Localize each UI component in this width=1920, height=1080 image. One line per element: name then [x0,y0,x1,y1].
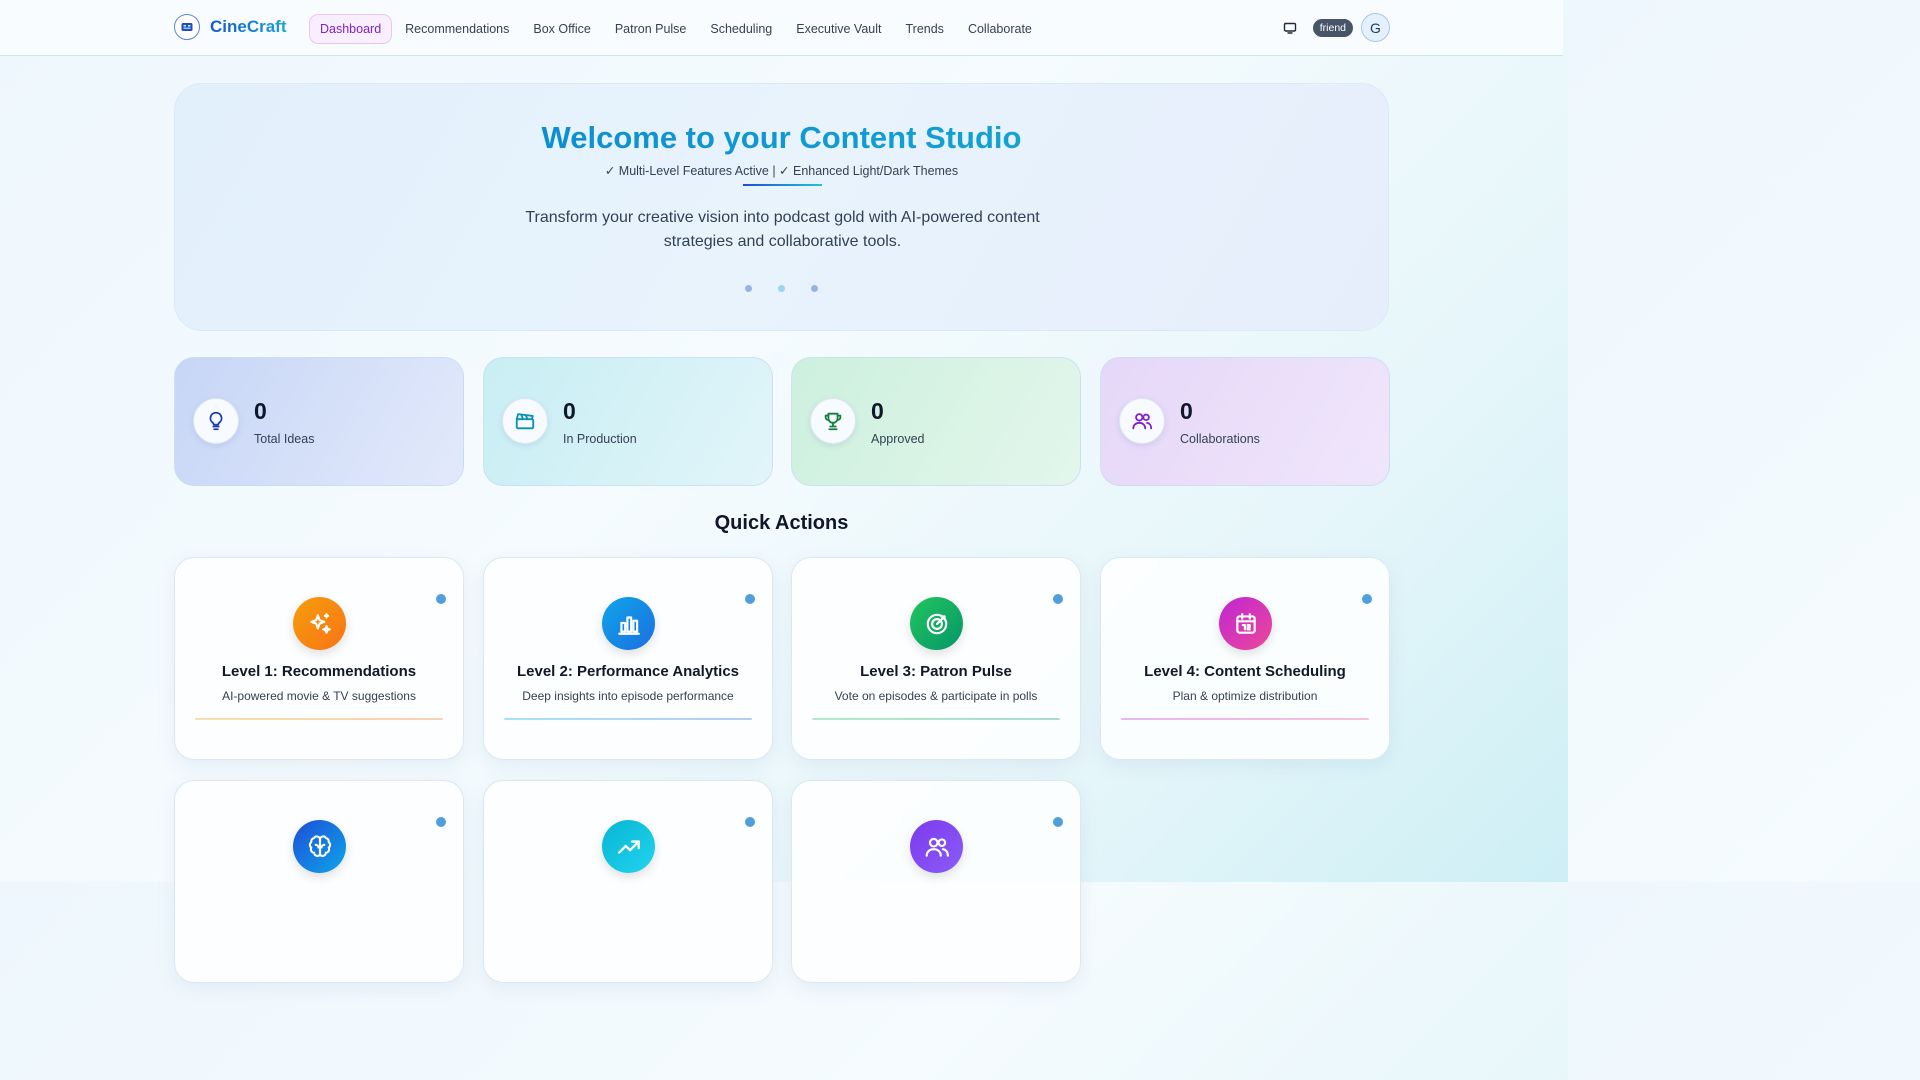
quick-action-card[interactable] [483,780,773,983]
nav-item-trends[interactable]: Trends [894,14,954,44]
status-dot [745,817,755,827]
theme-toggle-button[interactable] [1277,15,1303,41]
card-title: Level 2: Performance Analytics [516,663,740,680]
card-accent-line [504,718,752,720]
nav-item-scheduling[interactable]: Scheduling [699,14,783,44]
hero-dot [778,285,785,292]
card-accent-line [812,718,1060,720]
quick-action-card[interactable] [791,780,1081,983]
card-description: Deep insights into episode performance [522,689,734,703]
users-icon [910,820,963,873]
logo[interactable]: CineCraft [174,14,287,40]
hero-description: Transform your creative vision into podc… [525,209,1040,250]
nav-item-collaborate[interactable]: Collaborate [957,14,1043,44]
nav-item-patron-pulse[interactable]: Patron Pulse [604,14,698,44]
stat-card-collaborations[interactable]: 0 Collaborations [1100,357,1390,486]
status-dot [1362,594,1372,604]
stat-label: In Production [563,432,637,446]
user-role-badge: friend [1312,18,1353,37]
brain-icon [293,820,346,873]
stat-value: 0 [1180,398,1193,424]
status-dot [745,594,755,604]
hero-title: Welcome to your Content Studio [175,120,1388,156]
card-title: Level 1: Recommendations [221,663,417,680]
status-dot [436,594,446,604]
status-dot [1053,594,1063,604]
quick-action-performance-analytics[interactable]: Level 2: Performance Analytics Deep insi… [483,557,773,760]
status-dot [436,817,446,827]
quick-actions-title: Quick Actions [714,512,849,534]
logo-text: CineCraft [210,17,287,36]
clapperboard-icon [502,398,548,444]
stat-label: Total Ideas [254,432,315,446]
card-title: Level 3: Patron Pulse [860,663,1012,680]
nav-item-dashboard[interactable]: Dashboard [309,14,393,44]
header-actions: friend G [1277,13,1390,42]
bar-chart-icon [602,597,655,650]
user-avatar[interactable]: G [1361,13,1390,42]
top-navbar: CineCraft Dashboard Recommendations Box … [0,0,1563,56]
hero-dots [175,285,1388,292]
nav-item-box-office[interactable]: Box Office [522,14,601,44]
quick-action-recommendations[interactable]: Level 1: Recommendations AI-powered movi… [174,557,464,760]
users-icon [1119,398,1165,444]
stat-card-in-production[interactable]: 0 In Production [483,357,773,486]
card-description: Vote on episodes & participate in polls [834,689,1038,703]
target-icon [910,597,963,650]
main-nav: Dashboard Recommendations Box Office Pat… [309,14,1045,44]
status-dot [1053,817,1063,827]
card-title: Level 4: Content Scheduling [1144,663,1346,680]
sparkles-icon [293,597,346,650]
stat-card-approved[interactable]: 0 Approved [791,357,1081,486]
card-accent-line [195,718,443,720]
hero-dot [811,285,818,292]
lightbulb-icon [193,398,239,444]
trending-up-icon [602,820,655,873]
card-description: Plan & optimize distribution [1172,689,1318,703]
quick-action-patron-pulse[interactable]: Level 3: Patron Pulse Vote on episodes &… [791,557,1081,760]
nav-item-recommendations[interactable]: Recommendations [394,14,520,44]
calendar-icon [1219,597,1272,650]
monitor-icon [1283,22,1296,34]
stat-value: 0 [254,398,267,424]
quick-action-card[interactable] [174,780,464,983]
stat-label: Collaborations [1180,432,1260,446]
hero-dot [745,285,752,292]
quick-action-content-scheduling[interactable]: Level 4: Content Scheduling Plan & optim… [1100,557,1390,760]
stat-card-total-ideas[interactable]: 0 Total Ideas [174,357,464,486]
hero-subtitle: ✓ Multi-Level Features Active | ✓ Enhanc… [604,164,959,178]
hero-underline [743,184,822,186]
card-accent-line [1121,718,1369,720]
stat-value: 0 [563,398,576,424]
nav-item-executive-vault[interactable]: Executive Vault [785,14,892,44]
trophy-icon [810,398,856,444]
card-description: AI-powered movie & TV suggestions [222,689,416,703]
stat-label: Approved [871,432,925,446]
film-strip-icon [174,14,200,40]
stat-value: 0 [871,398,884,424]
hero-banner: Welcome to your Content Studio ✓ Multi-L… [174,83,1389,331]
